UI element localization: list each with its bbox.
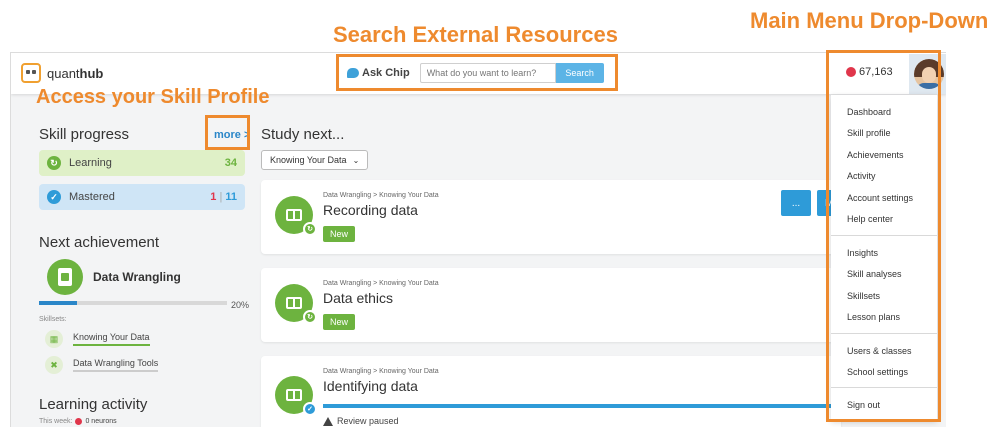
refresh-icon: ↻ xyxy=(47,156,61,170)
chevron-down-icon: ⌄ xyxy=(352,155,360,165)
skillset-name: Data Wrangling Tools xyxy=(73,358,159,372)
new-badge: New xyxy=(323,314,356,330)
mastered-label: Mastered xyxy=(69,191,115,203)
achievement-name: Data Wrangling xyxy=(93,270,181,284)
logo-icon xyxy=(21,63,41,83)
achievement-progress-fill xyxy=(39,301,77,305)
skillset-item[interactable]: ▦ Knowing Your Data xyxy=(45,330,150,348)
card-title: Identifying data xyxy=(323,378,418,394)
lesson-card[interactable]: ↻ Data Wrangling > Knowing Your Data Dat… xyxy=(261,268,841,342)
next-achievement-title: Next achievement xyxy=(39,234,160,251)
new-badge: New xyxy=(323,226,356,242)
annotation-more-box xyxy=(205,115,250,150)
quanthub-logo[interactable]: quanthub xyxy=(21,63,103,83)
achievement-document-icon xyxy=(47,259,83,295)
review-status: Review paused xyxy=(323,416,399,426)
card-breadcrumb: Data Wrangling > Knowing Your Data xyxy=(323,280,439,287)
annotation-profile-label: Access your Skill Profile xyxy=(36,86,270,108)
learning-badge-icon: ↻ xyxy=(303,222,317,236)
skill-progress-title: Skill progress xyxy=(39,126,130,143)
mastered-count: 1 | 11 xyxy=(210,191,237,203)
learning-label: Learning xyxy=(69,157,112,169)
mastered-badge-icon: ✓ xyxy=(303,402,317,416)
warning-icon xyxy=(323,416,333,426)
annotation-search-box xyxy=(336,54,618,91)
grid-icon: ▦ xyxy=(45,330,63,348)
logo-text: quanthub xyxy=(47,65,104,81)
skillset-name: Knowing Your Data xyxy=(73,332,150,346)
learning-badge-icon: ↻ xyxy=(303,310,317,324)
card-title: Recording data xyxy=(323,202,418,218)
screenshot-root: Search External Resources Main Menu Drop… xyxy=(0,0,998,427)
study-next-title: Study next... xyxy=(261,126,345,143)
card-breadcrumb: Data Wrangling > Knowing Your Data xyxy=(323,368,439,375)
annotation-search-label: Search External Resources xyxy=(333,22,618,47)
achievement-progress-percent: 20% xyxy=(231,300,250,310)
learning-status[interactable]: ↻ Learning 34 xyxy=(39,150,245,176)
more-options-button[interactable]: ... xyxy=(781,190,811,216)
skillset-item[interactable]: ✖ Data Wrangling Tools xyxy=(45,356,159,374)
learning-count: 34 xyxy=(224,157,237,169)
skillset-filter-select[interactable]: Knowing Your Data ⌄ xyxy=(261,150,369,170)
learning-activity-title: Learning activity xyxy=(39,396,148,413)
brain-icon xyxy=(75,418,83,425)
mastered-status[interactable]: ✓ Mastered 1 | 11 xyxy=(39,184,245,210)
annotation-menu-label: Main Menu Drop-Down xyxy=(750,8,989,33)
tools-icon: ✖ xyxy=(45,356,63,374)
review-progress-bar xyxy=(323,404,841,408)
annotation-menu-box xyxy=(826,50,941,422)
check-icon: ✓ xyxy=(47,190,61,204)
skillsets-label: Skillsets: xyxy=(39,316,67,323)
card-title: Data ethics xyxy=(323,290,394,306)
this-week-row: This week: 0 neurons xyxy=(39,418,117,425)
lesson-card[interactable]: ✓ Data Wrangling > Knowing Your Data Ide… xyxy=(261,356,841,427)
achievement-progress-bar xyxy=(39,301,227,305)
card-breadcrumb: Data Wrangling > Knowing Your Data xyxy=(323,192,439,199)
lesson-card[interactable]: ↻ Data Wrangling > Knowing Your Data Rec… xyxy=(261,180,841,254)
